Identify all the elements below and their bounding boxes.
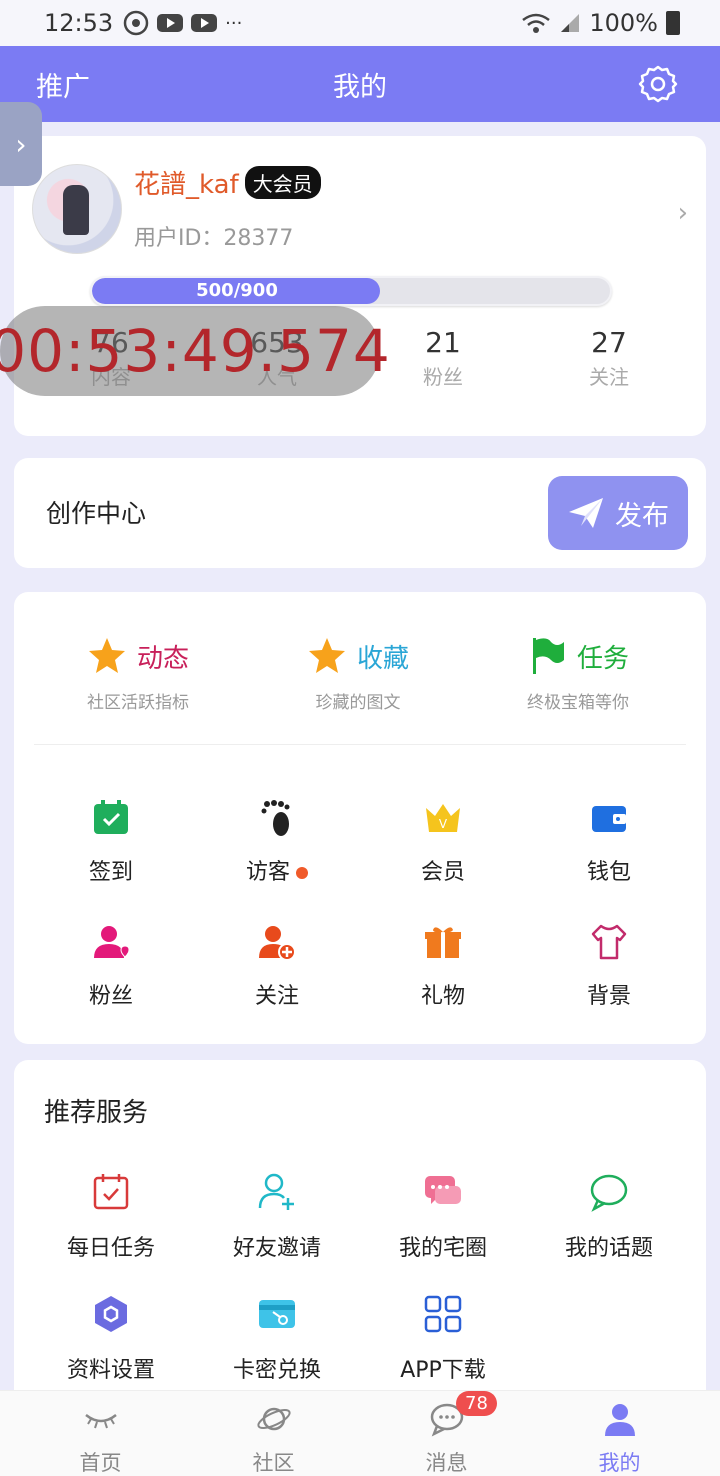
calendar-icon xyxy=(93,1174,129,1210)
status-time: 12:53 xyxy=(44,9,114,37)
service-invite-friends[interactable]: 好友邀请 xyxy=(194,1172,360,1262)
grid-item-vip[interactable]: V 会员 xyxy=(360,798,526,886)
hexagon-settings-icon xyxy=(95,1296,127,1332)
tab-messages[interactable]: 78 消息 xyxy=(360,1391,533,1476)
tab-home[interactable]: 首页 xyxy=(14,1391,187,1476)
paper-plane-icon xyxy=(569,498,603,528)
app-bar: 推广 我的 xyxy=(0,46,720,122)
more-notifications-icon: ··· xyxy=(225,12,243,34)
app-notification-icon xyxy=(123,10,149,36)
grid-item-fans[interactable]: 粉丝 xyxy=(28,922,194,1010)
service-my-circle[interactable]: 我的宅圈 xyxy=(360,1172,526,1262)
services-title: 推荐服务 xyxy=(44,1098,149,1128)
person-icon xyxy=(604,1404,635,1436)
follow-icon xyxy=(259,926,296,961)
publish-button[interactable]: 发布 xyxy=(548,476,688,550)
card-key-icon xyxy=(259,1300,295,1328)
speech-bubble-icon xyxy=(590,1174,628,1212)
fans-icon xyxy=(94,926,130,958)
grid-item-follow[interactable]: 关注 xyxy=(194,922,360,1010)
grid-item-visitors[interactable]: 访客 xyxy=(194,798,360,886)
tab-mine[interactable]: 我的 xyxy=(533,1391,706,1476)
vip-badge: 大会员 xyxy=(244,166,321,199)
service-daily-tasks[interactable]: 每日任务 xyxy=(28,1172,194,1262)
promote-link[interactable]: 推广 xyxy=(36,65,90,104)
divider xyxy=(34,744,686,745)
feature-activity[interactable]: 动态 社区活跃指标 xyxy=(28,636,248,713)
checkin-icon xyxy=(94,800,128,834)
avatar[interactable] xyxy=(32,164,122,254)
user-id: 用户ID：28377 xyxy=(134,226,294,251)
new-visitor-dot xyxy=(296,867,308,879)
invite-icon xyxy=(258,1173,294,1210)
youtube-icon xyxy=(191,14,218,32)
bottom-nav: 首页 社区 78 消息 我的 xyxy=(0,1390,720,1476)
wifi-icon xyxy=(522,13,551,33)
service-profile-settings[interactable]: 资料设置 xyxy=(28,1294,194,1384)
create-center-title: 创作中心 xyxy=(46,499,147,528)
gear-icon[interactable] xyxy=(638,64,678,104)
status-bar: 12:53 ··· 100% xyxy=(0,0,720,46)
youtube-icon xyxy=(157,14,184,32)
create-center-card: 创作中心 发布 xyxy=(14,458,706,568)
chevron-right-icon[interactable]: › xyxy=(678,198,688,228)
unread-badge: 78 xyxy=(456,1391,497,1416)
stat-following[interactable]: 27 关注 xyxy=(526,326,692,390)
service-card-redeem[interactable]: 卡密兑换 xyxy=(194,1294,360,1384)
svg-text:V: V xyxy=(439,817,448,831)
wallet-icon xyxy=(592,806,626,832)
chat-bubbles-icon xyxy=(425,1176,461,1204)
footprint-icon xyxy=(261,800,290,836)
side-expand-tab[interactable]: › xyxy=(0,102,42,186)
battery-icon xyxy=(666,11,680,35)
level-progress-bar: 500/900 xyxy=(90,276,612,306)
gift-icon xyxy=(425,927,461,958)
features-card: 动态 社区活跃指标 收藏 珍藏的图文 任务 终极宝箱等你 签到 访客 V 会员 … xyxy=(14,592,706,1044)
services-card: 推荐服务 每日任务 好友邀请 我的宅圈 我的话题 资料设置 卡密兑换 APP下载 xyxy=(14,1060,706,1420)
feature-tasks[interactable]: 任务 终极宝箱等你 xyxy=(468,636,688,713)
chevron-right-icon: › xyxy=(15,127,27,161)
star-icon xyxy=(308,638,345,673)
star-icon xyxy=(88,638,125,673)
apps-grid-icon xyxy=(424,1295,462,1333)
grid-item-checkin[interactable]: 签到 xyxy=(28,798,194,886)
grid-item-wallet[interactable]: 钱包 xyxy=(526,798,692,886)
tab-community[interactable]: 社区 xyxy=(187,1391,360,1476)
flag-icon xyxy=(532,638,564,674)
username: 花譜_kaf xyxy=(134,170,239,200)
timer-overlay: 00:53:49.574 xyxy=(0,306,390,396)
planet-icon xyxy=(256,1407,291,1431)
crown-icon: V xyxy=(426,804,460,832)
signal-icon xyxy=(561,14,580,32)
grid-item-gifts[interactable]: 礼物 xyxy=(360,922,526,1010)
page-title: 我的 xyxy=(333,71,387,103)
feature-favorites[interactable]: 收藏 珍藏的图文 xyxy=(248,636,468,713)
service-my-topics[interactable]: 我的话题 xyxy=(526,1172,692,1262)
eye-icon xyxy=(84,1413,117,1429)
battery-percent: 100% xyxy=(589,9,658,37)
shirt-icon xyxy=(591,924,627,960)
level-progress-text: 500/900 xyxy=(196,280,278,301)
grid-item-background[interactable]: 背景 xyxy=(526,922,692,1010)
service-app-download[interactable]: APP下载 xyxy=(360,1294,526,1384)
